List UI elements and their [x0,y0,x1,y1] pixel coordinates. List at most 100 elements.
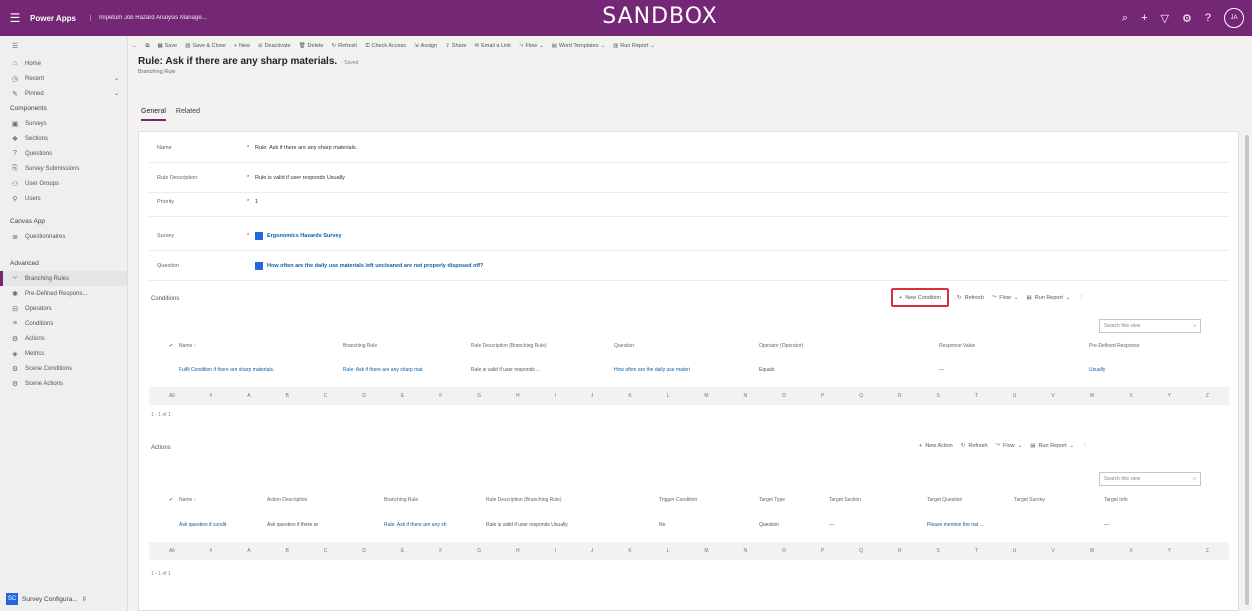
alpha-filter-e[interactable]: E [401,548,404,554]
word-button[interactable]: ▤ Word Templates ⌄ [552,43,605,49]
alpha-filter-all[interactable]: All [169,548,175,554]
field-value[interactable]: 1 [255,199,258,205]
sidebar-item-questionnaires[interactable]: ≣ Questionnaires [0,229,127,244]
alpha-filter-p[interactable]: P [821,548,824,554]
filter-icon[interactable]: ▽ [1161,12,1169,25]
alpha-filter-n[interactable]: N [743,548,747,554]
sidebar-item-user-groups[interactable]: ⚇ User Groups [0,176,127,191]
column-header[interactable]: Trigger Condition [659,497,697,503]
conditions-flow-button[interactable]: ⤳ Flow ⌄ [992,294,1019,301]
alpha-filter-w[interactable]: W [1090,548,1095,554]
alpha-filter-v[interactable]: V [1051,393,1054,399]
alpha-filter-q[interactable]: Q [859,393,863,399]
share-button[interactable]: ⇪ Share [445,43,466,49]
alpha-filter-s[interactable]: S [937,548,940,554]
column-header[interactable]: Branching Rule [343,343,377,349]
column-header[interactable]: Rule Description (Branching Rule) [486,497,562,503]
column-header[interactable]: Target Survey [1014,497,1045,503]
settings-icon[interactable]: ⚙ [1182,12,1192,25]
save-button[interactable]: ▦ Save [157,43,177,49]
more-icon[interactable]: ⋮ [1082,443,1088,449]
table-row[interactable]: Fulfil Condition if there are sharp mate… [169,367,1209,379]
alpha-filter-q[interactable]: Q [859,548,863,554]
alpha-filter-w[interactable]: W [1090,393,1095,399]
new-condition-button[interactable]: + New Condition [891,288,949,307]
report-button[interactable]: ▥ Run Report ⌄ [613,43,655,49]
field-value[interactable]: Ergonomics Hazards Survey [267,233,342,239]
sidebar-toggle[interactable]: ☰ [0,36,127,56]
alpha-filter-h[interactable]: H [516,548,520,554]
alpha-filter-c[interactable]: C [324,548,328,554]
alpha-filter-l[interactable]: L [667,548,670,554]
table-row[interactable]: Ask question if condit Ask question if th… [169,522,1209,534]
assign-button[interactable]: ⇲ Assign [414,43,437,49]
alpha-filter-t[interactable]: T [975,393,978,399]
sidebar-item-conditions[interactable]: ≡ Conditions [0,316,127,331]
alpha-filter-b[interactable]: B [286,393,289,399]
tab-related[interactable]: Related [176,108,200,121]
sidebar-item-metrics[interactable]: ◈ Metrics [0,346,127,361]
alpha-filter-d[interactable]: D [362,393,366,399]
alpha-filter-a[interactable]: A [247,393,250,399]
alpha-filter-h[interactable]: H [516,393,520,399]
search-icon[interactable]: ⌕ [1193,323,1196,329]
waffle-icon[interactable]: ☰ [0,11,30,25]
alpha-filter-a[interactable]: A [247,548,250,554]
sidebar-item-branching-rules[interactable]: ⑂ Branching Rules [0,271,127,286]
sidebar-item-operators[interactable]: ⊟ Operators [0,301,127,316]
save-close-button[interactable]: ▧ Save & Close [185,43,226,49]
conditions-search-input[interactable]: Search this view ⌕ [1099,319,1201,333]
alpha-filter-p[interactable]: P [821,393,824,399]
alpha-filter-i[interactable]: I [555,548,556,554]
flow-button[interactable]: ⤳ Flow ⌄ [519,43,544,50]
chevron-down-icon[interactable]: ⌄ [114,75,119,82]
alpha-filter-m[interactable]: M [704,548,708,554]
table-cell[interactable]: Fulfil Condition if there are sharp mate… [179,367,274,373]
avatar[interactable]: JA [1224,8,1244,28]
column-header[interactable]: Target Question [927,497,962,503]
field-value[interactable]: How often are the daily use materials le… [267,263,483,269]
delete-button[interactable]: 🗑 Delete [299,43,324,49]
actions-refresh-button[interactable]: ↻ Refresh [961,443,988,449]
select-all-checkbox[interactable]: ✔ [169,497,173,503]
alpha-filter-j[interactable]: J [591,548,594,554]
alpha-filter-u[interactable]: U [1013,393,1017,399]
alpha-filter-g[interactable]: G [477,393,481,399]
chevron-down-icon[interactable]: ⌄ [114,90,119,97]
column-header[interactable]: Question [614,343,634,349]
alpha-filter-x[interactable]: X [1129,548,1132,554]
column-header[interactable]: Name ↑ [179,497,196,503]
new-action-button[interactable]: + New Action [919,443,953,449]
sidebar-item-surveys[interactable]: ▣ Surveys [0,116,127,131]
refresh-button[interactable]: ↻ Refresh [331,43,357,49]
alpha-filter-u[interactable]: U [1013,548,1017,554]
alpha-filter-l[interactable]: L [667,393,670,399]
alpha-filter-s[interactable]: S [937,393,940,399]
tab-general[interactable]: General [141,108,166,121]
add-icon[interactable]: + [1141,12,1147,24]
alpha-filter-v[interactable]: V [1051,548,1054,554]
deactivate-button[interactable]: ⊘ Deactivate [258,43,291,49]
conditions-refresh-button[interactable]: ↻ Refresh [957,295,984,301]
alpha-filter-o[interactable]: O [782,548,786,554]
alpha-filter-z[interactable]: Z [1206,393,1209,399]
column-header[interactable]: Target Section [829,497,861,503]
page-scrollbar[interactable] [1245,135,1249,605]
column-header[interactable]: Target Type [759,497,785,503]
alpha-filter-k[interactable]: K [628,393,631,399]
conditions-report-button[interactable]: ▤ Run Report ⌄ [1027,295,1071,301]
sidebar-item-users[interactable]: ⚲ Users [0,191,127,206]
alpha-filter-t[interactable]: T [975,548,978,554]
app-name[interactable]: Impetum Job Hazard Analysis Manage... [89,15,207,21]
alpha-filter-d[interactable]: D [362,548,366,554]
alpha-filter-g[interactable]: G [477,548,481,554]
sidebar-item-recent[interactable]: ◷ Recent ⌄ [0,71,127,86]
app-brand[interactable]: Power Apps [30,14,76,23]
help-icon[interactable]: ? [1205,12,1211,24]
sidebar-item-scene-conditions[interactable]: ⚙ Scene Conditions [0,361,127,376]
back-button[interactable]: ← [132,43,138,49]
column-header[interactable]: Target Info [1104,497,1128,503]
alpha-filter-r[interactable]: R [898,393,902,399]
hamburger-icon[interactable]: ☰ [10,42,20,50]
alpha-filter-f[interactable]: F [439,393,442,399]
